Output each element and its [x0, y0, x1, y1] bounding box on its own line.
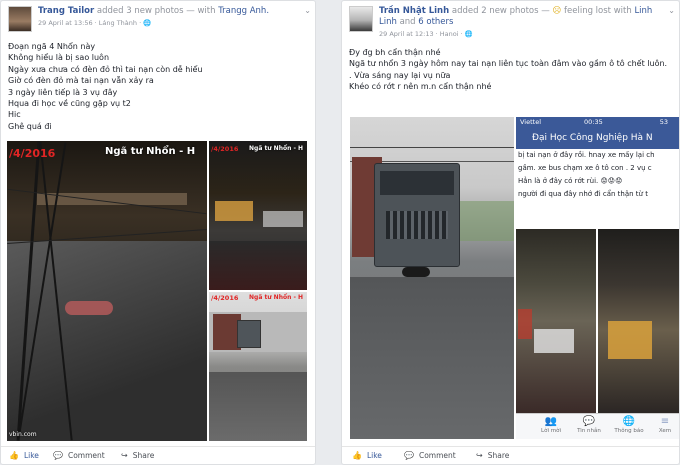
phone-post-text: bị tai nạn ở đây rồi. hnay xe mấy lại ch…	[516, 149, 679, 201]
share-icon: ↪	[476, 451, 483, 460]
share-button[interactable]: ↪ Share	[121, 451, 154, 460]
photo-grid: Viettel 00:35 53 Đại Học Công Nghiệp Hà …	[350, 117, 679, 439]
share-label: Share	[487, 451, 510, 460]
globe-icon: 🌐	[143, 19, 152, 27]
post-line: Khéo có rớt r nên m.n cẩn thận nhé	[349, 82, 492, 92]
phone-photo-left	[516, 229, 596, 413]
phone-battery: 53	[659, 118, 668, 126]
phone-time: 00:35	[584, 118, 603, 126]
post-header-text: Trang Tailor added 3 new photos — with T…	[38, 6, 297, 29]
news-feed: Trang Tailor added 3 new photos — with T…	[0, 0, 680, 465]
photo-caption-overlay: Ngã tư Nhổn - H	[249, 145, 304, 152]
avatar[interactable]	[8, 6, 32, 32]
phone-carrier: Viettel	[520, 118, 542, 126]
post-location[interactable]: Láng Thành	[99, 19, 137, 27]
post-line: 3 ngày liên tiếp là 3 vụ đây	[8, 87, 118, 97]
post-line: Hic	[8, 110, 21, 120]
post-line: Đy đg bh cẩn thận nhé	[349, 48, 441, 57]
comment-icon: 💬	[53, 451, 63, 460]
post-line: Không hiểu là bị sao luôn	[8, 53, 110, 63]
phone-status-bar: Viettel 00:35 53	[516, 117, 679, 129]
post-line: Giờ có đèn đỏ mà tai nạn vẫn xảy ra	[8, 76, 154, 86]
phone-nav-notifications: 🌐 Thông báo	[612, 416, 646, 434]
share-button[interactable]: ↪ Share	[476, 451, 509, 460]
post-meta: 29 April at 13:56 · Láng Thành · 🌐	[38, 19, 152, 27]
post-line: Ngày xưa chưa có đèn đỏ thì tai nạn còn …	[8, 64, 203, 74]
chevron-down-icon[interactable]: ⌄	[668, 6, 675, 15]
photo-date-overlay: /4/2016	[211, 145, 239, 153]
tagged-friend[interactable]: Trangg Anh.	[218, 6, 269, 16]
thumbs-up-icon: 👍	[9, 451, 19, 460]
tagged-others[interactable]: 6 others	[418, 17, 453, 27]
feeling-prefix: —	[541, 6, 550, 16]
share-icon: ↪	[121, 451, 128, 460]
photo-date-overlay: /4/2016	[9, 147, 56, 160]
comment-label: Comment	[418, 451, 456, 460]
phone-photo-right	[598, 229, 679, 413]
photo-caption-overlay: Ngã tư Nhổn - H	[249, 294, 304, 301]
post-action-bar: 👍 Like 💬 Comment ↪ Share	[342, 446, 679, 464]
phone-nav-friend-requests: 👥 Lời mời	[534, 416, 568, 434]
post-time[interactable]: 29 April at 13:56	[38, 19, 93, 27]
share-label: Share	[132, 451, 155, 460]
like-label: Like	[23, 451, 39, 460]
post-line: Ghê quá đi	[8, 121, 52, 131]
comment-label: Comment	[67, 451, 105, 460]
menu-icon: ≡	[660, 416, 670, 427]
comment-button[interactable]: 💬 Comment	[404, 451, 456, 460]
post-body: Đoạn ngã 4 Nhổn này Không hiểu là bị sao…	[8, 41, 203, 132]
phone-nav-more: ≡ Xem	[648, 416, 679, 434]
post-card: Trang Tailor added 3 new photos — with T…	[0, 0, 316, 465]
and-text: and	[399, 17, 416, 27]
post-action[interactable]: added 3 new photos	[97, 6, 184, 16]
phone-nav-bar: 👥 Lời mời 💬 Tin nhắn 🌐 Thông báo ≡ Xem	[516, 413, 679, 439]
photo-grid: /4/2016 Ngã tư Nhổn - H vbin.com /4/2016…	[7, 141, 307, 441]
post-location[interactable]: Hanoi	[440, 30, 459, 38]
photo-main[interactable]	[350, 117, 514, 439]
with-prefix: — with	[186, 6, 216, 16]
author-name[interactable]: Trần Nhật Linh	[379, 6, 449, 16]
like-button[interactable]: 👍 Like	[9, 451, 39, 460]
thumbs-up-icon: 👍	[352, 451, 362, 460]
chevron-down-icon[interactable]: ⌄	[304, 6, 311, 15]
phone-nav-messages: 💬 Tin nhắn	[572, 416, 606, 434]
phone-page-title: Đại Học Công Nghiệp Hà N	[516, 129, 679, 149]
globe-icon: 🌐	[464, 30, 473, 38]
photo-thumb[interactable]: /4/2016 Ngã tư Nhổn - H	[209, 141, 307, 290]
photo-caption-overlay: Ngã tư Nhổn - H	[105, 146, 196, 157]
comment-icon: 💬	[404, 451, 414, 460]
photo-footer-text: vbin.com	[9, 431, 37, 438]
avatar[interactable]	[349, 6, 373, 32]
post-line: Hqua đi học về cũng gặp vụ t2	[8, 99, 131, 109]
post-body: Đy đg bh cẩn thận nhé Ngã tư nhổn 3 ngày…	[349, 47, 669, 93]
post-action[interactable]: added 2 new photos	[452, 6, 539, 16]
post-line: . Vừa sáng nay lại vụ nữa	[349, 70, 451, 80]
globe-icon: 🌐	[622, 416, 636, 427]
like-button[interactable]: 👍 Like	[352, 451, 382, 460]
feeling-text[interactable]: feeling lost with	[564, 6, 632, 16]
post-header: Trần Nhật Linh added 2 new photos — ☹ fe…	[349, 6, 675, 38]
sad-face-icon: ☹	[552, 6, 562, 16]
post-action-bar: 👍 Like 💬 Comment ↪ Share	[1, 446, 315, 464]
post-header: Trang Tailor added 3 new photos — with T…	[8, 6, 311, 36]
post-card: Trần Nhật Linh added 2 new photos — ☹ fe…	[341, 0, 680, 465]
post-time[interactable]: 29 April at 12:13	[379, 30, 434, 38]
post-line: Ngã tư nhổn 3 ngày hôm nay tai nạn liên …	[349, 59, 668, 69]
message-icon: 💬	[582, 416, 596, 427]
friends-icon: 👥	[544, 416, 558, 427]
post-meta: 29 April at 12:13 · Hanoi · 🌐	[379, 30, 473, 38]
photo-date-overlay: /4/2016	[211, 294, 239, 302]
photo-thumb[interactable]: /4/2016 Ngã tư Nhổn - H	[209, 292, 307, 441]
photo-main[interactable]: /4/2016 Ngã tư Nhổn - H vbin.com	[7, 141, 207, 441]
comment-button[interactable]: 💬 Comment	[53, 451, 105, 460]
photo-phone-screenshot[interactable]: Viettel 00:35 53 Đại Học Công Nghiệp Hà …	[516, 117, 679, 439]
author-name[interactable]: Trang Tailor	[38, 6, 94, 16]
post-header-text: Trần Nhật Linh added 2 new photos — ☹ fe…	[379, 6, 661, 40]
like-label: Like	[366, 451, 382, 460]
post-line: Đoạn ngã 4 Nhổn này	[8, 42, 96, 51]
